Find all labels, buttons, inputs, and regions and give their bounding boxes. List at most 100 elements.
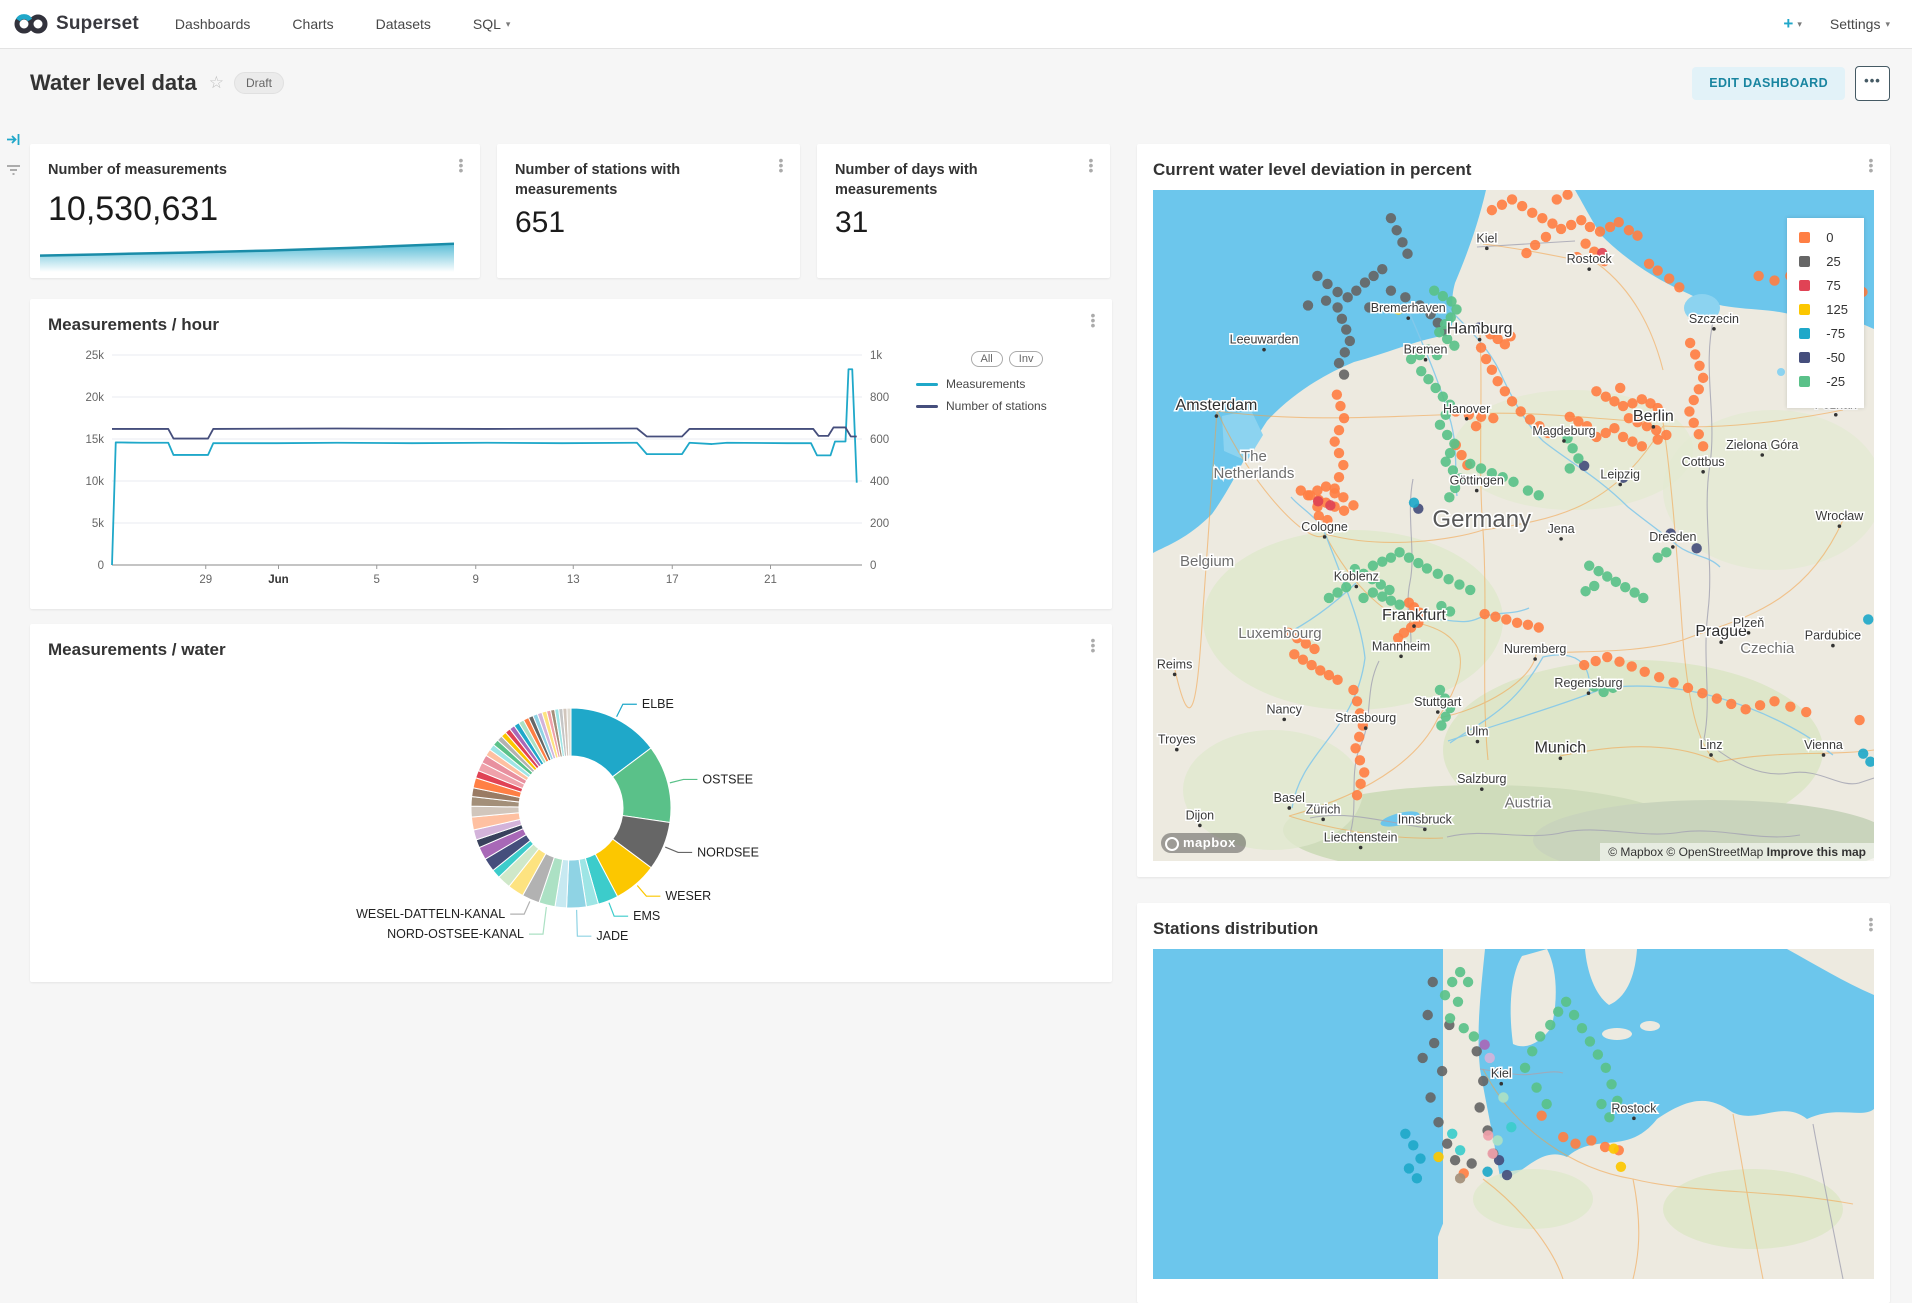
mapbox-logo[interactable]: mapbox: [1161, 833, 1246, 853]
attribution-text: © Mapbox © OpenStreetMap: [1608, 845, 1763, 859]
station-dot: [1332, 389, 1342, 399]
station-dot: [1534, 490, 1544, 500]
station-dot: [1332, 587, 1342, 597]
station-dot: [1620, 582, 1630, 592]
chart-kebab-menu[interactable]: •••: [1084, 158, 1098, 173]
svg-text:1k: 1k: [870, 350, 882, 362]
station-dot: [1402, 249, 1412, 259]
map-label: Cologne: [1301, 520, 1348, 534]
legend-item-measurements[interactable]: Measurements: [916, 377, 1098, 391]
map-label: Hanover: [1443, 402, 1490, 416]
svg-text:600: 600: [870, 434, 889, 446]
expand-filter-bar-icon[interactable]: [6, 132, 21, 147]
brand-name: Superset: [56, 13, 139, 35]
map-label: Mannheim: [1372, 639, 1430, 653]
map-label: Germany: [1432, 506, 1531, 533]
station-dot: [1443, 574, 1453, 584]
station-dot: [1355, 779, 1365, 789]
svg-text:21: 21: [764, 574, 777, 586]
station-dot: [1465, 585, 1475, 595]
deviation-map[interactable]: LeeuwardenAmsterdamTheNetherlandsBelgium…: [1153, 190, 1874, 861]
station-dot: [1471, 421, 1481, 431]
legend-item-stations[interactable]: Number of stations: [916, 399, 1098, 413]
chart-kebab-menu[interactable]: •••: [1086, 313, 1100, 328]
map-label: Luxembourg: [1238, 625, 1321, 642]
kpi-value: 31: [835, 206, 1092, 240]
map-label: Innsbruck: [1398, 812, 1453, 826]
station-dot: [1433, 1117, 1443, 1127]
station-dot: [1487, 365, 1497, 375]
chart-kebab-menu[interactable]: •••: [1086, 638, 1100, 653]
station-dot: [1483, 1130, 1493, 1140]
filter-icon[interactable]: [6, 163, 21, 177]
station-dot: [1661, 430, 1671, 440]
chevron-down-icon: ▾: [506, 19, 511, 30]
station-dot: [1589, 581, 1599, 591]
station-dot: [1309, 644, 1319, 654]
chart-kebab-menu[interactable]: •••: [454, 158, 468, 173]
station-dot: [1341, 582, 1351, 592]
station-dot: [1561, 997, 1571, 1007]
station-dot: [1683, 683, 1693, 693]
station-dot: [1408, 1140, 1418, 1150]
station-dot: [1479, 609, 1489, 619]
edit-dashboard-button[interactable]: EDIT DASHBOARD: [1692, 67, 1845, 100]
legend-label: 0: [1826, 230, 1833, 245]
station-dot: [1593, 1049, 1603, 1059]
chart-kebab-menu[interactable]: •••: [1864, 917, 1878, 932]
stations-distribution-card: Stations distribution •••: [1137, 903, 1890, 1303]
station-dot: [1520, 1063, 1530, 1073]
station-dot: [1653, 553, 1663, 563]
map-label: Rostock: [1611, 1101, 1657, 1115]
station-dot: [1413, 558, 1423, 568]
station-dot: [1689, 395, 1699, 405]
map-label: Berlin: [1633, 408, 1674, 425]
svg-text:25k: 25k: [85, 350, 104, 362]
map-label: Rostock: [1567, 252, 1613, 266]
dashboard-more-button[interactable]: •••: [1855, 66, 1890, 101]
station-dot: [1569, 1010, 1579, 1020]
station-dot: [1478, 1076, 1488, 1086]
stations-map[interactable]: KielRostock: [1153, 949, 1874, 1279]
map-label: Dijon: [1186, 808, 1215, 822]
station-dot: [1341, 324, 1351, 334]
settings-menu[interactable]: Settings ▾: [1830, 16, 1890, 32]
station-dot: [1441, 457, 1451, 467]
station-dot: [1697, 688, 1707, 698]
superset-logo[interactable]: Superset: [14, 13, 139, 35]
station-dot: [1567, 443, 1577, 453]
nav-item-sql[interactable]: SQL▾: [473, 16, 511, 32]
station-dot: [1615, 383, 1625, 393]
svg-text:15k: 15k: [85, 434, 104, 446]
superset-infinity-icon: [14, 13, 48, 35]
station-dot: [1354, 732, 1364, 742]
station-dot: [1487, 1148, 1497, 1158]
new-item-button[interactable]: + ▾: [1783, 14, 1801, 34]
station-dot: [1492, 1135, 1502, 1145]
nav-item-charts[interactable]: Charts: [292, 16, 333, 32]
station-dot: [1668, 677, 1678, 687]
station-dot: [1577, 1023, 1587, 1033]
nav-item-datasets[interactable]: Datasets: [376, 16, 431, 32]
station-dot: [1614, 657, 1624, 667]
improve-map-link[interactable]: Improve this map: [1767, 845, 1866, 859]
map-label: Strasbourg: [1335, 711, 1396, 725]
nav-item-dashboards[interactable]: Dashboards: [175, 16, 251, 32]
station-dot: [1507, 194, 1517, 204]
legend-all-toggle[interactable]: All: [971, 351, 1003, 367]
kpi-sparkline: [40, 238, 454, 272]
legend-color-swatch: [1799, 352, 1810, 363]
station-dot: [1425, 1092, 1435, 1102]
station-dot: [1541, 1099, 1551, 1109]
svg-text:800: 800: [870, 392, 889, 404]
legend-color-swatch: [1799, 304, 1810, 315]
favorite-star-icon[interactable]: ☆: [209, 73, 224, 93]
map-legend-item: -25: [1799, 374, 1848, 389]
chart-kebab-menu[interactable]: •••: [1864, 158, 1878, 173]
station-dot: [1593, 566, 1603, 576]
station-dot: [1303, 300, 1313, 310]
chart-title: Current water level deviation in percent: [1153, 160, 1874, 180]
station-dot: [1579, 660, 1589, 670]
legend-inv-toggle[interactable]: Inv: [1009, 351, 1044, 367]
chart-kebab-menu[interactable]: •••: [774, 158, 788, 173]
